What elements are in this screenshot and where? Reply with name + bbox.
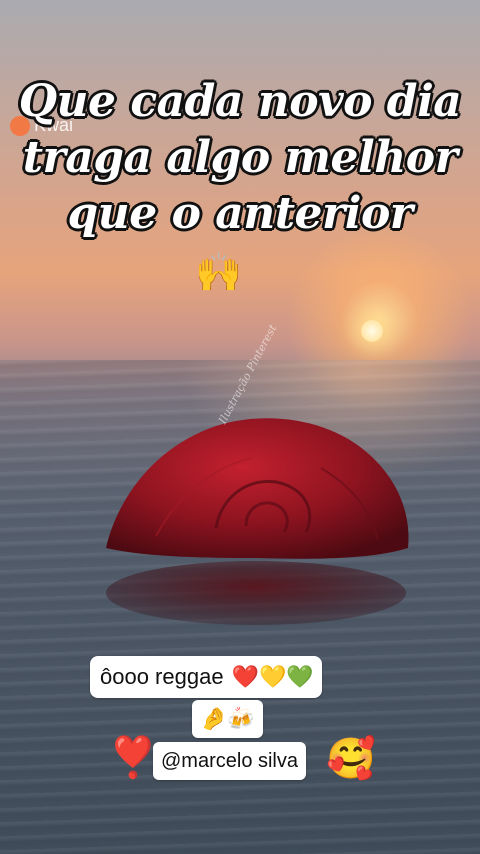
video-frame: Ilustração Pinterest Kwai Que cada novo … (0, 0, 480, 854)
mention-bubble[interactable]: @marcelo silva (153, 742, 307, 780)
headline-line-3: que o anterior (67, 188, 413, 239)
headline-line-1: Que cada novo dia (18, 76, 462, 127)
hearts-icon: ❤️💛💚 (231, 664, 314, 690)
sun (361, 320, 383, 342)
rose-in-water-image (106, 418, 409, 625)
comment-text: ôooo reggae (100, 664, 224, 689)
heart-exclamation-icon: ❣️ (108, 735, 158, 781)
reaction-bubble: 🤌🍻 (192, 700, 263, 738)
smiling-face-with-hearts-icon: 🥰 (326, 736, 376, 782)
headline-line-2: traga algo melhor (22, 132, 458, 183)
headline: Que cada novo dia traga algo melhor que … (0, 74, 480, 242)
raised-hands-icon: 🙌 (195, 250, 243, 294)
comment-bubble: ôooo reggae ❤️💛💚 (90, 656, 322, 698)
mention-handle[interactable]: @marcelo silva (161, 750, 298, 773)
pinch-and-beer-icon: 🤌🍻 (200, 706, 255, 732)
